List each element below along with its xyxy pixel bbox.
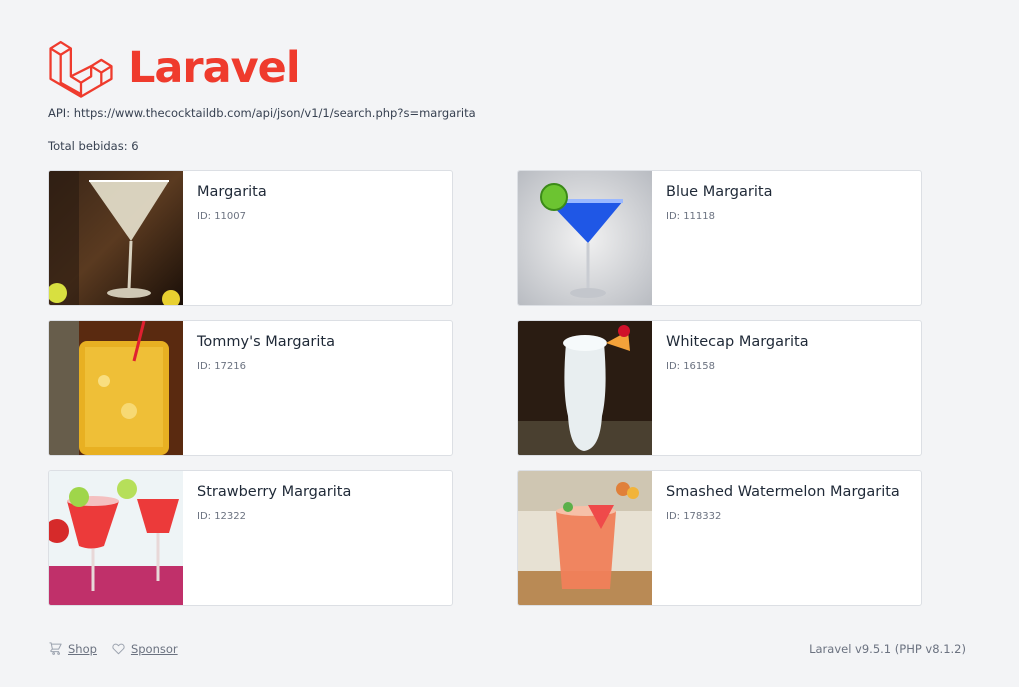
drink-id: ID: 17216 [197, 361, 247, 372]
drink-name[interactable]: Tommy's Margarita [197, 334, 335, 350]
drink-image [518, 171, 652, 305]
drink-name[interactable]: Strawberry Margarita [197, 484, 351, 500]
drink-image [49, 171, 183, 305]
drink-id: ID: 178332 [666, 511, 722, 522]
drink-card[interactable]: Strawberry Margarita ID: 12322 [48, 470, 453, 606]
drink-card[interactable]: Tommy's Margarita ID: 17216 [48, 320, 453, 456]
drink-id: ID: 12322 [197, 511, 247, 522]
drink-card[interactable]: Margarita ID: 11007 [48, 170, 453, 306]
drink-image [518, 321, 652, 455]
drink-card[interactable]: Smashed Watermelon Margarita ID: 178332 [517, 470, 922, 606]
cart-icon [49, 642, 62, 655]
api-url-text: API: https://www.thecocktaildb.com/api/j… [48, 106, 476, 120]
sponsor-link[interactable]: Sponsor [131, 642, 178, 656]
drink-image [518, 471, 652, 605]
drink-card[interactable]: Whitecap Margarita ID: 16158 [517, 320, 922, 456]
drink-name[interactable]: Whitecap Margarita [666, 334, 809, 350]
drink-image [49, 321, 183, 455]
drink-card[interactable]: Blue Margarita ID: 11118 [517, 170, 922, 306]
drink-name[interactable]: Margarita [197, 184, 267, 200]
laravel-logo-icon [49, 40, 113, 98]
version-text: Laravel v9.5.1 (PHP v8.1.2) [809, 642, 966, 656]
drink-name[interactable]: Smashed Watermelon Margarita [666, 484, 900, 500]
drink-image [49, 471, 183, 605]
drink-id: ID: 11007 [197, 211, 247, 222]
shop-link[interactable]: Shop [68, 642, 97, 656]
laravel-logo: Laravel [48, 37, 301, 103]
heart-icon [112, 643, 125, 655]
brand-name: Laravel [128, 43, 301, 93]
footer-links: Shop Sponsor [48, 641, 178, 656]
total-count-text: Total bebidas: 6 [48, 139, 139, 153]
drink-id: ID: 11118 [666, 211, 716, 222]
drink-id: ID: 16158 [666, 361, 716, 372]
drink-name[interactable]: Blue Margarita [666, 184, 772, 200]
